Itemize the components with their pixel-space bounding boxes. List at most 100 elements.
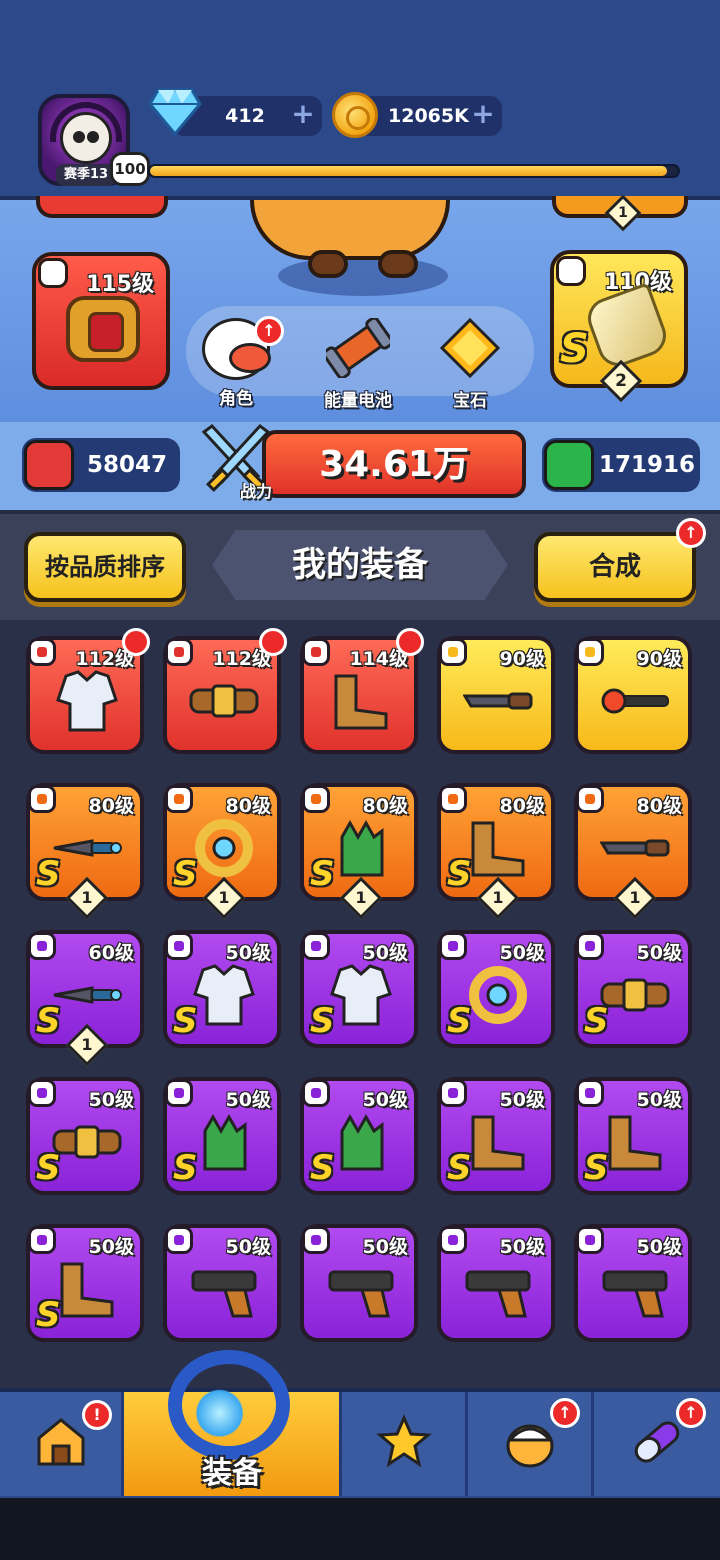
energy-battery-button[interactable]: 能量电池 (308, 316, 408, 411)
equipment-slot-boots[interactable]: 50级 S (437, 1077, 555, 1195)
attack-stat: 58047 (22, 438, 180, 492)
equipment-slot-armor[interactable]: 112级 (26, 628, 150, 754)
shop-alert-icon: ! (82, 1400, 112, 1430)
coin-counter: 12065K + (358, 96, 502, 136)
equipped-ring-slot[interactable]: 115级 (32, 252, 170, 390)
gun-icon (463, 1258, 533, 1320)
character-button[interactable]: 角色 ↑ (186, 316, 286, 409)
equipment-slot-gloves[interactable]: 80级 S 1 (300, 783, 418, 920)
equipment-slot-boots[interactable]: 80级 S 1 (437, 783, 555, 920)
merge-button[interactable]: 合成 (534, 532, 696, 602)
star-count: 1 (355, 888, 367, 907)
equipped-slot-top-right[interactable]: 1 (552, 194, 688, 232)
star-count: 1 (492, 888, 504, 907)
nav-tab-shop[interactable]: ! (0, 1392, 124, 1496)
add-coins-button[interactable]: + (470, 100, 496, 128)
equipment-slot-staff[interactable]: 90级 (574, 636, 692, 754)
equipment-slot-gun[interactable]: 50级 (437, 1224, 555, 1342)
boots-icon (463, 817, 533, 879)
equipment-slot-boots[interactable]: 50级 S (26, 1224, 144, 1342)
attack-value: 58047 (86, 452, 168, 478)
pill-alert-icon: ↑ (676, 1398, 706, 1428)
equipment-slot-armor[interactable]: 50级 S (163, 930, 281, 1048)
skull-icon (60, 112, 112, 164)
equipped-slot-top-left[interactable] (36, 196, 168, 218)
equipment-slot-blade[interactable]: 90级 (437, 636, 555, 754)
new-item-indicator (259, 628, 287, 656)
boots-type-icon (302, 638, 330, 666)
equipment-level: 80级 (362, 795, 408, 817)
gem-button-label: 宝石 (453, 391, 487, 411)
blade-type-icon (576, 785, 604, 813)
staff-type-icon (576, 638, 604, 666)
nav-active-label: 装备 (202, 1456, 262, 1491)
equipment-slot-sword[interactable]: 60级 S 1 (26, 930, 144, 1067)
equipment-slot-gloves[interactable]: 50级 S (300, 1077, 418, 1195)
nav-tab-pill[interactable]: ↑ (594, 1392, 720, 1496)
diamond-icon (148, 88, 202, 136)
belt-icon (600, 964, 670, 1026)
equipment-slot-blade[interactable]: 80级 1 (574, 783, 692, 920)
equipment-slot-gun[interactable]: 50级 (300, 1224, 418, 1342)
gun-type-icon (576, 1226, 604, 1254)
equipment-slot-boots[interactable]: 50级 S (574, 1077, 692, 1195)
grade-badge: S (560, 326, 589, 372)
grade-badge: S (36, 854, 61, 894)
boots-type-icon (28, 1226, 56, 1254)
new-item-indicator (396, 628, 424, 656)
equipment-slot-boots[interactable]: 114级 (300, 628, 424, 754)
gloves-type-icon (302, 785, 330, 813)
sort-by-quality-button[interactable]: 按品质排序 (24, 532, 186, 602)
gem-amount: 412 (225, 105, 265, 127)
equipment-slot-belt[interactable]: 50级 S (26, 1077, 144, 1195)
season-label: 赛季13 (56, 164, 116, 186)
equipment-level: 90级 (636, 648, 682, 670)
equipment-slot-sword[interactable]: 80级 S 1 (26, 783, 144, 920)
equipment-slot-belt[interactable]: 112级 (163, 628, 287, 754)
equipment-slot-gun[interactable]: 50级 (163, 1224, 281, 1342)
character-alert-icon: ↑ (550, 1398, 580, 1428)
combat-power-label: 战力 (240, 482, 273, 501)
equipment-level: 50级 (225, 1089, 271, 1111)
ring-slot-level: 115级 (86, 272, 154, 297)
grade-badge: S (310, 1148, 335, 1188)
gun-icon (600, 1258, 670, 1320)
equipment-slot-ring[interactable]: 50级 S (437, 930, 555, 1048)
xp-progress-fill (150, 166, 668, 176)
character-foot-right (378, 250, 418, 278)
equipment-level: 50级 (362, 1089, 408, 1111)
equipment-level: 80级 (499, 795, 545, 817)
nav-tab-character[interactable]: ↑ (468, 1392, 594, 1496)
boots-type-icon (576, 1079, 604, 1107)
nav-tab-weapons[interactable] (342, 1392, 468, 1496)
armor-icon (326, 964, 396, 1026)
equipment-slot-ring[interactable]: 80级 S 1 (163, 783, 281, 920)
equipment-level: 50级 (636, 1236, 682, 1258)
gloves-icon (189, 1111, 259, 1173)
equipment-slot-gun[interactable]: 50级 (574, 1224, 692, 1342)
capsule-icon (634, 1421, 680, 1463)
ring-icon (66, 296, 140, 362)
equipment-slot-armor[interactable]: 50级 S (300, 930, 418, 1048)
add-gems-button[interactable]: + (290, 100, 316, 128)
sword-icon (24, 440, 74, 490)
equipment-level: 50级 (362, 942, 408, 964)
equipped-boots-slot[interactable]: 110级 S 2 (550, 250, 688, 403)
blade-type-icon (439, 638, 467, 666)
health-value: 171916 (598, 452, 696, 478)
character-body[interactable] (250, 200, 450, 260)
gun-icon (189, 1258, 259, 1320)
grade-badge: S (310, 854, 335, 894)
star-count: 1 (629, 888, 641, 907)
coin-icon (332, 92, 378, 138)
belt-type-icon (165, 638, 193, 666)
star-count: 2 (615, 371, 627, 391)
gem-button[interactable]: 宝石 (420, 317, 520, 411)
ring-type-icon (165, 785, 193, 813)
equipment-slot-gloves[interactable]: 50级 S (163, 1077, 281, 1195)
equipment-level: 50级 (225, 942, 271, 964)
equipment-slot-belt[interactable]: 50级 S (574, 930, 692, 1048)
ring-icon (463, 964, 533, 1026)
battery-icon (322, 316, 394, 380)
equipment-level: 60级 (88, 942, 134, 964)
